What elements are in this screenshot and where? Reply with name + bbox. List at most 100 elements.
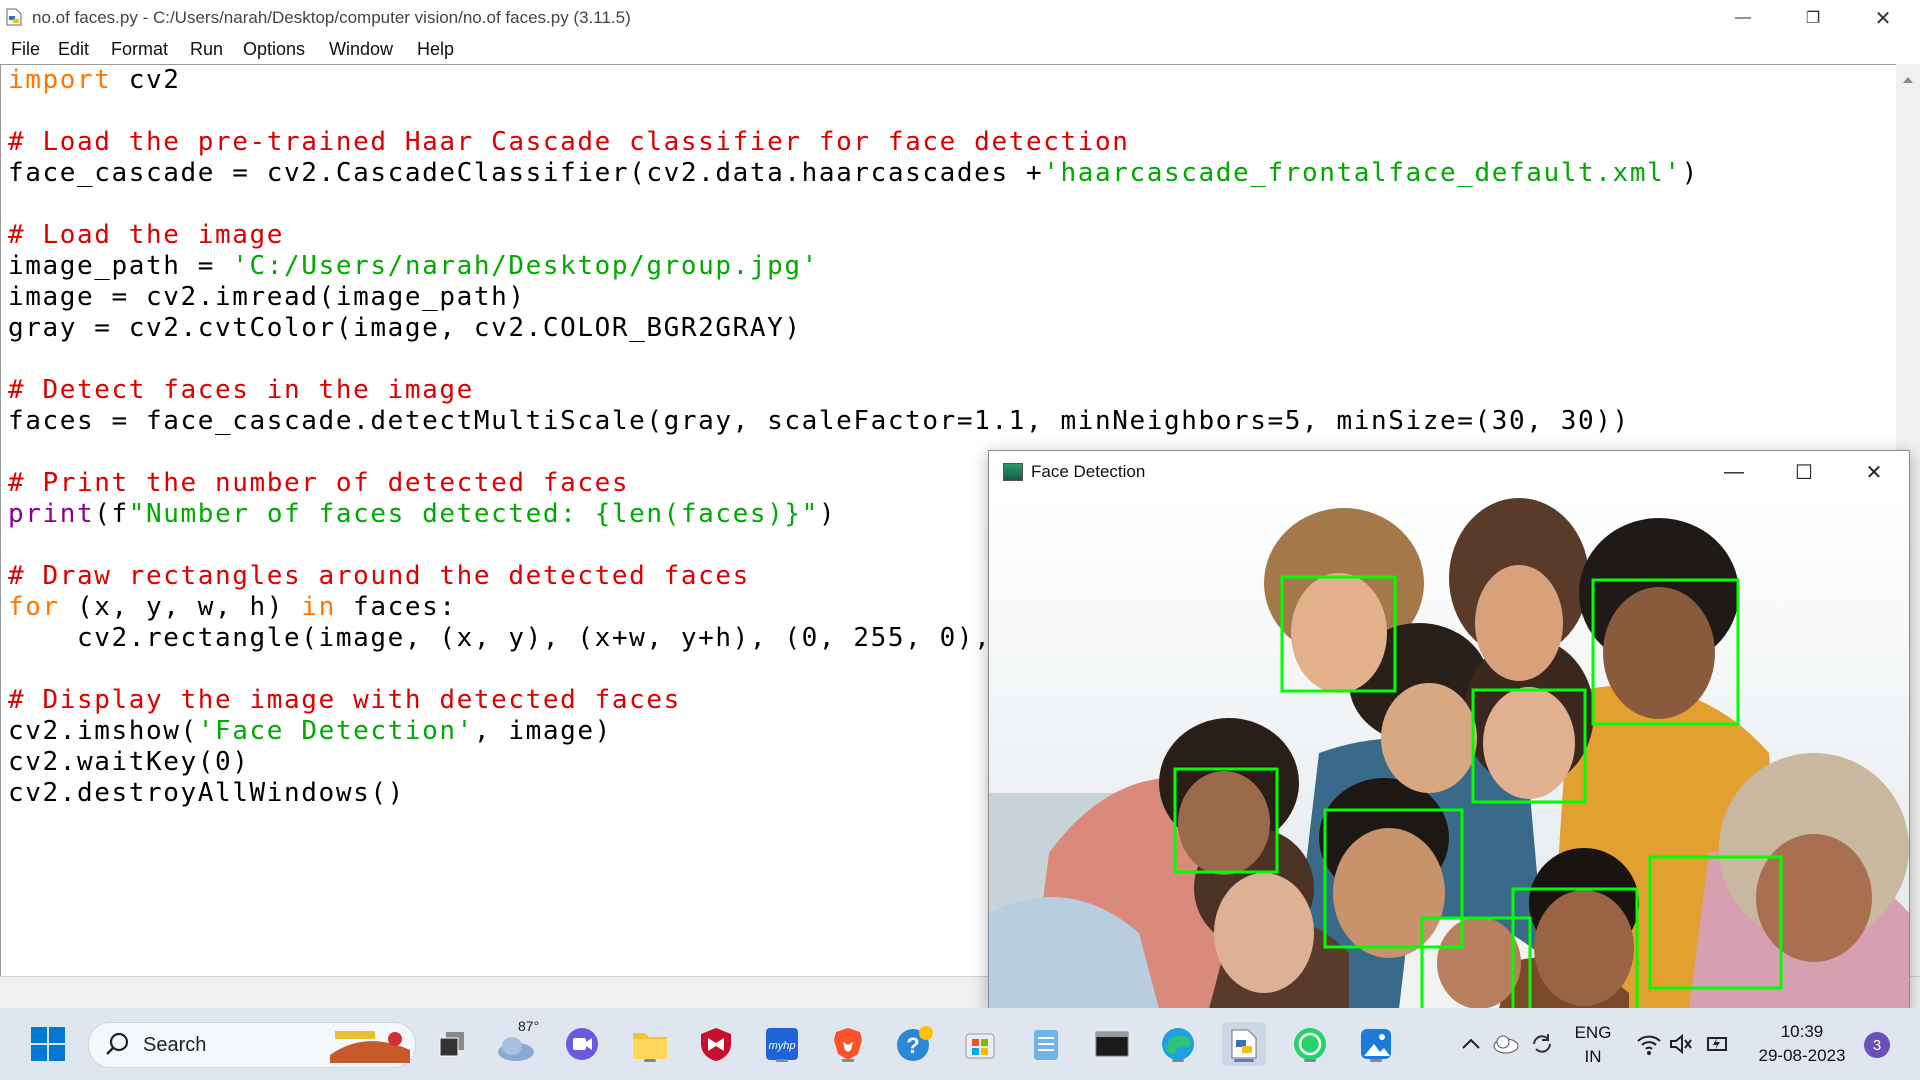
mcafee-button[interactable] xyxy=(694,1022,738,1066)
window-title: no.of faces.py - C:/Users/narah/Desktop/… xyxy=(32,8,631,27)
store-bag-icon xyxy=(965,1033,995,1059)
running-indicator xyxy=(776,1059,788,1062)
code-line-9: gray = cv2.cvtColor(image, cv2.COLOR_BGR… xyxy=(8,313,802,343)
task-view-icon xyxy=(439,1032,464,1057)
menu-file[interactable]: File xyxy=(11,39,40,60)
speaker-muted-icon[interactable] xyxy=(1668,1032,1694,1056)
maximize-icon: ☐ xyxy=(1795,461,1813,484)
code-line-6: # Load the image xyxy=(8,220,285,250)
brave-button[interactable] xyxy=(826,1022,870,1066)
code-line-24: cv2.destroyAllWindows() xyxy=(8,778,405,808)
mcafee-shield-icon xyxy=(701,1028,731,1061)
python-idle-button[interactable] xyxy=(1222,1022,1266,1066)
close-button[interactable]: ✕ xyxy=(1848,0,1918,36)
chevron-up-icon[interactable] xyxy=(1460,1034,1482,1054)
terminal-button[interactable] xyxy=(1090,1022,1134,1066)
code-line-22: cv2.imshow('Face Detection', image) xyxy=(8,716,612,746)
menu-format[interactable]: Format xyxy=(111,39,168,60)
opencv-window-icon xyxy=(1003,463,1023,481)
code-line-23: cv2.waitKey(0) xyxy=(8,747,250,777)
folder-icon xyxy=(633,1033,667,1059)
windows-logo-icon xyxy=(31,1027,65,1061)
notepad-button[interactable] xyxy=(1024,1022,1068,1066)
meet-button[interactable] xyxy=(560,1022,604,1066)
code-line-18: for (x, y, w, h) in faces: xyxy=(8,592,457,622)
menu-edit[interactable]: Edit xyxy=(58,39,89,60)
onedrive-cloud-icon[interactable] xyxy=(1492,1032,1520,1054)
search-highlight-icon xyxy=(330,1031,410,1063)
code-line-15: print(f"Number of faces detected: {len(f… xyxy=(8,499,837,529)
face-window-title-bar: Face Detection — ☐ ✕ xyxy=(989,451,1909,493)
active-indicator xyxy=(1234,1059,1254,1062)
code-line-12: faces = face_cascade.detectMultiScale(gr… xyxy=(8,406,1630,436)
task-view-button[interactable] xyxy=(430,1022,474,1066)
taskbar-search[interactable]: Search xyxy=(88,1022,416,1068)
wifi-icon[interactable] xyxy=(1636,1032,1662,1056)
code-line-14: # Print the number of detected faces xyxy=(8,468,630,498)
code-line-19: cv2.rectangle(image, (x, y), (x+w, y+h),… xyxy=(8,623,992,653)
search-icon xyxy=(106,1032,129,1055)
sync-icon[interactable] xyxy=(1528,1030,1556,1058)
photos-icon xyxy=(1361,1029,1391,1059)
minimize-icon: — xyxy=(1735,9,1751,26)
face-window-minimize-button[interactable]: — xyxy=(1699,451,1769,493)
edge-button[interactable] xyxy=(1156,1022,1200,1066)
battery-charging-icon[interactable] xyxy=(1704,1032,1730,1056)
help-button[interactable]: ? xyxy=(892,1022,936,1066)
code-line-11: # Detect faces in the image xyxy=(8,375,474,405)
group-photo xyxy=(989,493,1909,1009)
help-question-icon: ? xyxy=(897,1026,933,1061)
running-indicator xyxy=(1304,1059,1316,1062)
photos-button[interactable] xyxy=(1354,1022,1398,1066)
restore-button[interactable]: ❐ xyxy=(1778,0,1848,36)
running-indicator xyxy=(842,1059,854,1062)
file-explorer-button[interactable] xyxy=(628,1022,672,1066)
code-line-17: # Draw rectangles around the detected fa… xyxy=(8,561,750,591)
code-line-21: # Display the image with detected faces xyxy=(8,685,681,715)
video-chat-icon xyxy=(566,1028,598,1060)
code-line-4: face_cascade = cv2.CascadeClassifier(cv2… xyxy=(8,158,1699,188)
face-detection-window[interactable]: Face Detection — ☐ ✕ xyxy=(988,450,1910,1010)
python-file-icon xyxy=(6,8,22,26)
myhp-icon: myhp xyxy=(766,1028,798,1060)
taskbar: Search 87° myhp ? ENG IN 10:39 29-08-202… xyxy=(0,1008,1920,1080)
face-window-maximize-button[interactable]: ☐ xyxy=(1769,451,1839,493)
running-indicator xyxy=(644,1059,656,1062)
edge-browser-icon xyxy=(1162,1028,1194,1060)
whatsapp-icon xyxy=(1294,1028,1326,1060)
code-line-7: image_path = 'C:/Users/narah/Desktop/gro… xyxy=(8,251,819,281)
code-line-1: import cv2 xyxy=(8,65,181,95)
whatsapp-button[interactable] xyxy=(1288,1022,1332,1066)
menu-run[interactable]: Run xyxy=(190,39,223,60)
code-line-8: image = cv2.imread(image_path) xyxy=(8,282,526,312)
minimize-icon: — xyxy=(1724,460,1744,483)
brave-lion-icon xyxy=(834,1028,862,1060)
close-icon: ✕ xyxy=(1874,7,1892,30)
weather-temp: 87° xyxy=(518,1018,540,1034)
running-indicator xyxy=(1370,1059,1382,1062)
face-window-title: Face Detection xyxy=(1031,462,1146,481)
scroll-up-icon[interactable] xyxy=(1896,70,1920,90)
clock-date[interactable]: 29-08-2023 xyxy=(1748,1046,1856,1066)
start-button[interactable] xyxy=(26,1022,70,1066)
notification-count: 3 xyxy=(1872,1036,1882,1054)
menu-help[interactable]: Help xyxy=(417,39,454,60)
myhp-button[interactable]: myhp xyxy=(760,1022,804,1066)
weather-button[interactable]: 87° xyxy=(494,1018,539,1066)
menu-options[interactable]: Options xyxy=(243,39,305,60)
face-window-close-button[interactable]: ✕ xyxy=(1839,451,1909,493)
region-indicator[interactable]: IN xyxy=(1568,1047,1618,1067)
clock-time[interactable]: 10:39 xyxy=(1752,1022,1852,1042)
code-line-3: # Load the pre-trained Haar Cascade clas… xyxy=(8,127,1130,157)
language-indicator[interactable]: ENG xyxy=(1568,1023,1618,1043)
search-label: Search xyxy=(143,1034,207,1056)
minimize-button[interactable]: — xyxy=(1708,0,1778,36)
python-idle-icon xyxy=(1231,1029,1257,1059)
running-indicator xyxy=(1172,1059,1184,1062)
menu-bar: File Edit Format Run Options Window Help xyxy=(0,36,1920,64)
svg-text:?: ? xyxy=(906,1033,919,1058)
menu-window[interactable]: Window xyxy=(329,39,393,60)
notification-badge[interactable]: 3 xyxy=(1864,1032,1890,1058)
microsoft-store-button[interactable] xyxy=(958,1022,1002,1066)
svg-text:myhp: myhp xyxy=(769,1040,796,1052)
